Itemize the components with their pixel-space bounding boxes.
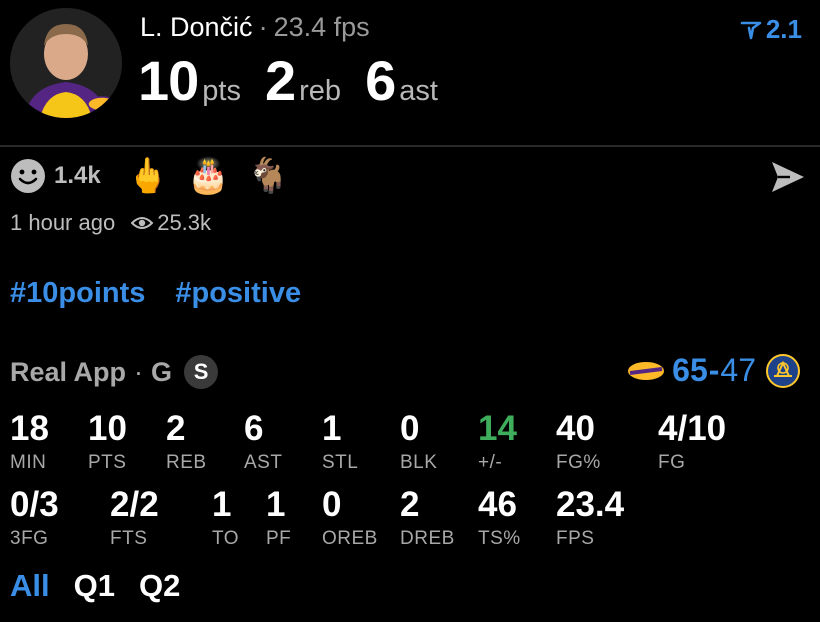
- stat-value: 2: [400, 485, 420, 524]
- main-stat-line: 10 pts 2 reb 6 ast: [138, 48, 462, 113]
- stat-label: +/-: [478, 452, 503, 473]
- stat-label: AST: [244, 452, 283, 473]
- stat-value: 40: [556, 409, 595, 448]
- stat-value: 23.4: [556, 485, 625, 524]
- ast-value: 6: [365, 49, 396, 112]
- stat-value: 46: [478, 485, 517, 524]
- filter-arrow-icon: [740, 21, 762, 39]
- filter-button[interactable]: 2.1: [740, 14, 802, 45]
- stat-pts: 10 PTS: [88, 411, 127, 474]
- position-grade: G: [151, 356, 173, 387]
- pts-unit: pts: [202, 75, 241, 107]
- quarter-tabs: All Q1 Q2: [10, 568, 180, 604]
- stat-oreb: 0 OREB: [322, 487, 378, 550]
- stat-value: 18: [10, 409, 49, 448]
- stat-fg: 4/10 FG: [658, 411, 726, 474]
- stat-label: DREB: [400, 528, 455, 549]
- score-dash: -: [708, 352, 720, 388]
- stat-blk: 0 BLK: [400, 411, 437, 474]
- stat-label: TO: [212, 528, 240, 549]
- player-avatar[interactable]: [10, 8, 122, 118]
- reb-unit: reb: [299, 75, 342, 107]
- lakers-logo-icon: [628, 361, 665, 380]
- stat-plus-minus: 14 +/-: [478, 411, 517, 474]
- tab-q2[interactable]: Q2: [139, 568, 180, 604]
- hashtag-link[interactable]: #10points: [10, 277, 145, 309]
- stat-value: 1: [212, 485, 232, 524]
- reactions-row: 1.4k 🖕 🎂 🐐: [10, 158, 308, 194]
- reaction-count: 1.4k: [54, 162, 101, 189]
- eye-icon: [131, 217, 154, 229]
- pts-value: 10: [138, 49, 199, 112]
- stat-value: 6: [244, 409, 264, 448]
- stat-value: 14: [478, 409, 517, 448]
- reaction-cake-button[interactable]: 🎂: [187, 159, 229, 193]
- view-count-value: 25.3k: [157, 210, 212, 235]
- header-divider: [0, 145, 820, 147]
- stat-label: FG: [658, 452, 686, 473]
- post-time: 1 hour ago: [10, 210, 116, 235]
- stat-label: REB: [166, 452, 207, 473]
- reaction-goat-button[interactable]: 🐐: [247, 159, 289, 193]
- stat-label: STL: [322, 452, 359, 473]
- share-button[interactable]: [770, 160, 806, 199]
- stat-value: 1: [322, 409, 342, 448]
- stat-value: 4/10: [658, 409, 727, 448]
- stat-ts-pct: 46 TS%: [478, 487, 521, 550]
- stat-label: FG%: [556, 452, 601, 473]
- stat-stl: 1 STL: [322, 411, 358, 474]
- stat-label: PTS: [88, 452, 127, 473]
- stat-label: FTS: [110, 528, 148, 549]
- stat-value: 0/3: [10, 485, 59, 524]
- stat-label: PF: [266, 528, 292, 549]
- game-score[interactable]: 65-47: [626, 352, 800, 389]
- ast-unit: ast: [399, 75, 438, 107]
- tab-q1[interactable]: Q1: [74, 568, 115, 604]
- source-separator: ·: [134, 356, 144, 387]
- stat-label: MIN: [10, 452, 47, 473]
- stat-reb: 2 REB: [166, 411, 207, 474]
- hashtag-list: #10points #positive: [10, 277, 331, 310]
- send-icon: [772, 162, 804, 192]
- player-fps: 23.4 fps: [273, 12, 370, 42]
- player-name[interactable]: L. Dončić: [140, 12, 253, 42]
- away-score: 47: [720, 352, 756, 388]
- reaction-middle-finger-button[interactable]: 🖕: [127, 159, 169, 193]
- stat-value: 2/2: [110, 485, 159, 524]
- stat-label: 3FG: [10, 528, 49, 549]
- stat-label: TS%: [478, 528, 521, 549]
- smiley-face-icon[interactable]: [10, 158, 46, 194]
- stat-min: 18 MIN: [10, 411, 49, 474]
- tab-all[interactable]: All: [10, 568, 50, 604]
- status-badge[interactable]: S: [184, 355, 219, 389]
- hashtag-link[interactable]: #positive: [175, 277, 301, 309]
- stat-value: 1: [266, 485, 286, 524]
- stat-value: 0: [400, 409, 420, 448]
- name-separator: ·: [258, 12, 268, 42]
- stat-label: FPS: [556, 528, 595, 549]
- warriors-logo-icon: [766, 353, 800, 388]
- source-name[interactable]: Real App: [10, 357, 126, 388]
- stat-value: 2: [166, 409, 186, 448]
- stat-pf: 1 PF: [266, 487, 291, 550]
- stat-fps: 23.4 FPS: [556, 487, 624, 550]
- home-score: 65: [672, 352, 708, 388]
- stat-ast: 6 AST: [244, 411, 282, 474]
- stat-value: 10: [88, 409, 127, 448]
- stat-fg-pct: 40 FG%: [556, 411, 601, 474]
- post-meta: 1 hour ago 25.3k: [10, 210, 211, 236]
- stat-to: 1 TO: [212, 487, 239, 550]
- reb-value: 2: [264, 49, 296, 112]
- stat-3fg: 0/3 3FG: [10, 487, 59, 550]
- view-count: 25.3k: [131, 210, 211, 236]
- stat-label: BLK: [400, 452, 438, 473]
- stat-dreb: 2 DREB: [400, 487, 455, 550]
- stat-label: OREB: [322, 528, 378, 549]
- stat-value: 0: [322, 485, 342, 524]
- player-header-line: L. Dončić · 23.4 fps: [140, 12, 370, 43]
- player-headshot-icon: [10, 8, 122, 118]
- filter-value: 2.1: [765, 14, 802, 44]
- game-info: Real App · G S: [10, 355, 219, 389]
- stat-fts: 2/2 FTS: [110, 487, 159, 550]
